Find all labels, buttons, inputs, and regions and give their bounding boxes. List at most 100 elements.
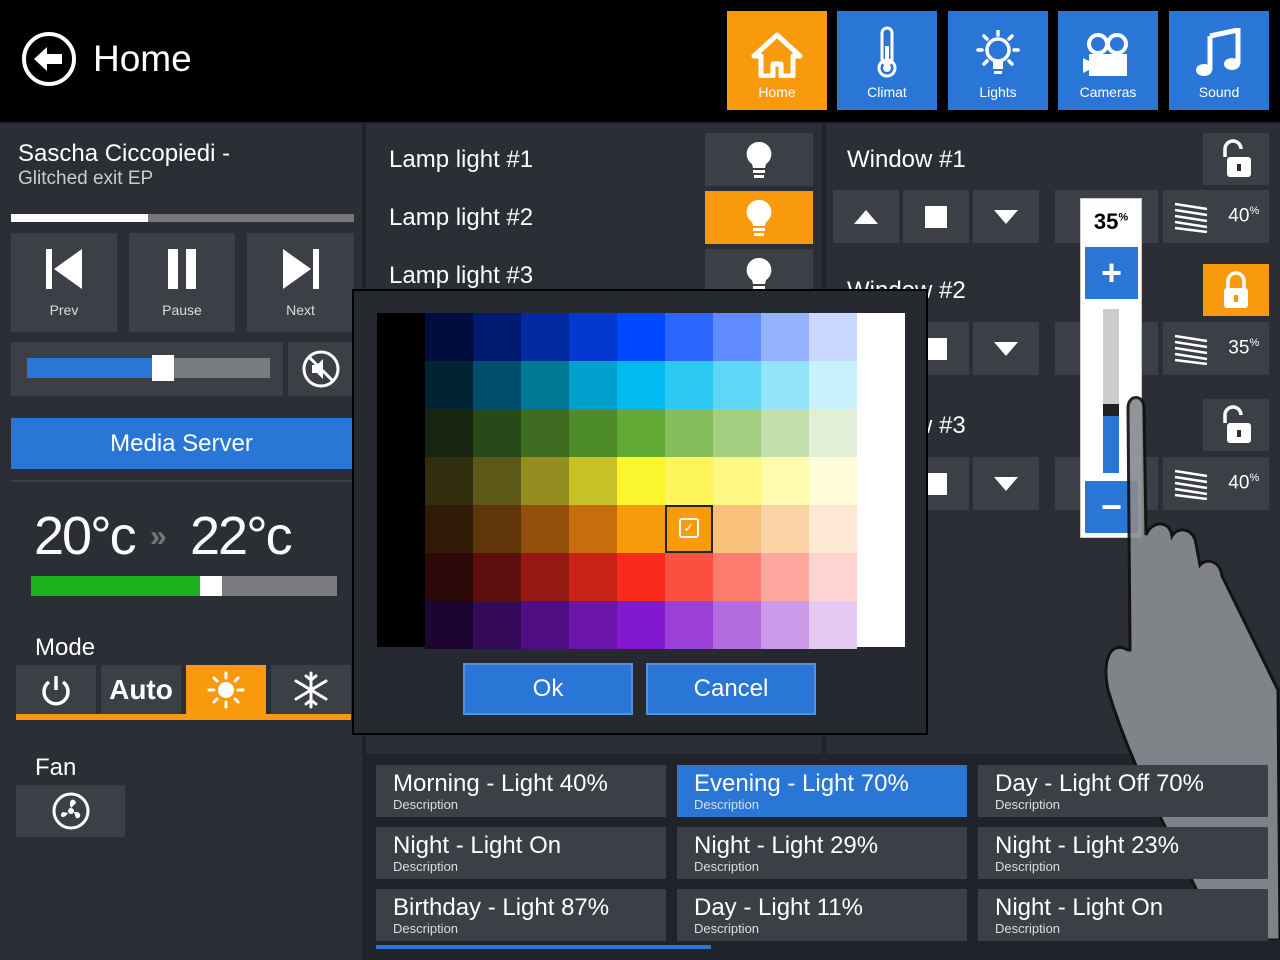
color-swatch[interactable]: [473, 505, 521, 553]
color-swatch[interactable]: [713, 409, 761, 457]
color-swatch[interactable]: [473, 601, 521, 649]
scene-button[interactable]: Night - Light 29% Description: [677, 827, 967, 879]
color-swatch[interactable]: [521, 313, 569, 361]
nav-cameras[interactable]: Cameras: [1058, 11, 1158, 110]
color-swatch[interactable]: [809, 361, 857, 409]
temperature-slider[interactable]: [31, 576, 337, 596]
color-swatch[interactable]: [617, 601, 665, 649]
color-swatch[interactable]: [665, 313, 713, 361]
mode-auto-button[interactable]: Auto: [101, 665, 181, 714]
cancel-button[interactable]: Cancel: [646, 663, 816, 715]
color-swatch[interactable]: [761, 553, 809, 601]
color-swatch[interactable]: [617, 361, 665, 409]
window-2-down-button[interactable]: [973, 322, 1039, 375]
color-swatch[interactable]: [809, 409, 857, 457]
window-1-up-button[interactable]: [833, 190, 899, 243]
window-3-down-button[interactable]: [973, 457, 1039, 510]
color-swatch[interactable]: [713, 457, 761, 505]
scene-button-selected[interactable]: Evening - Light 70% Description: [677, 765, 967, 817]
volume-slider[interactable]: [27, 358, 270, 378]
color-swatch-selected[interactable]: ✓: [665, 505, 713, 553]
nav-lights[interactable]: Lights: [948, 11, 1048, 110]
color-swatch[interactable]: [713, 553, 761, 601]
color-swatch[interactable]: [761, 313, 809, 361]
color-swatch[interactable]: [521, 409, 569, 457]
color-swatch[interactable]: [473, 409, 521, 457]
window-1-down-button[interactable]: [973, 190, 1039, 243]
scene-button[interactable]: Morning - Light 40% Description: [376, 765, 666, 817]
color-swatch[interactable]: [665, 409, 713, 457]
color-swatch[interactable]: [809, 553, 857, 601]
color-swatch[interactable]: [425, 361, 473, 409]
color-swatch[interactable]: [617, 457, 665, 505]
window-1-stop-button[interactable]: [903, 190, 969, 243]
color-swatch[interactable]: [617, 409, 665, 457]
color-swatch[interactable]: [713, 313, 761, 361]
scenes-scroll-indicator[interactable]: [376, 945, 711, 949]
color-swatch[interactable]: [473, 361, 521, 409]
color-swatch[interactable]: [425, 553, 473, 601]
color-swatch[interactable]: [761, 361, 809, 409]
lamp-2-toggle[interactable]: [705, 191, 813, 244]
color-swatch[interactable]: [761, 457, 809, 505]
color-swatch[interactable]: [569, 553, 617, 601]
lamp-1-toggle[interactable]: [705, 133, 813, 186]
track-progress[interactable]: [11, 214, 354, 222]
color-swatch[interactable]: [569, 361, 617, 409]
color-swatch[interactable]: [473, 553, 521, 601]
scene-button[interactable]: Night - Light 23% Description: [978, 827, 1268, 879]
window-1-blind-control[interactable]: 40%: [1163, 190, 1269, 243]
color-swatch[interactable]: [569, 457, 617, 505]
next-button[interactable]: Next: [247, 233, 354, 332]
color-swatch[interactable]: [665, 361, 713, 409]
mode-cool-button[interactable]: [271, 665, 351, 714]
color-swatch[interactable]: [713, 601, 761, 649]
pause-button[interactable]: Pause: [129, 233, 235, 332]
color-swatch[interactable]: [809, 313, 857, 361]
scene-button[interactable]: Day - Light Off 70% Description: [978, 765, 1268, 817]
color-swatch[interactable]: [713, 361, 761, 409]
color-swatch[interactable]: [617, 505, 665, 553]
color-swatch[interactable]: [617, 313, 665, 361]
color-swatch[interactable]: [569, 601, 617, 649]
mode-heat-button[interactable]: [186, 665, 266, 714]
color-swatch[interactable]: [569, 409, 617, 457]
color-swatch[interactable]: [473, 457, 521, 505]
color-swatch-white[interactable]: [857, 313, 905, 647]
color-swatch[interactable]: [569, 505, 617, 553]
color-swatch[interactable]: [761, 601, 809, 649]
color-swatch[interactable]: [617, 553, 665, 601]
color-swatch[interactable]: [425, 457, 473, 505]
scene-button[interactable]: Day - Light 11% Description: [677, 889, 967, 941]
color-swatch[interactable]: [665, 601, 713, 649]
nav-sound[interactable]: Sound: [1169, 11, 1269, 110]
color-swatch[interactable]: [425, 409, 473, 457]
scene-button[interactable]: Night - Light On Description: [376, 827, 666, 879]
color-swatch[interactable]: [761, 409, 809, 457]
color-swatch[interactable]: [521, 457, 569, 505]
color-swatch[interactable]: [521, 601, 569, 649]
color-swatch[interactable]: [665, 457, 713, 505]
window-2-blind-control[interactable]: 35%: [1163, 322, 1269, 375]
color-swatch[interactable]: [809, 505, 857, 553]
window-1-lock-button[interactable]: [1203, 133, 1269, 185]
window-2-lock-button[interactable]: [1203, 264, 1269, 316]
color-swatch[interactable]: [425, 601, 473, 649]
nav-home[interactable]: Home: [727, 11, 827, 110]
color-swatch[interactable]: [809, 601, 857, 649]
increase-button[interactable]: +: [1085, 247, 1138, 299]
scene-button[interactable]: Night - Light On Description: [978, 889, 1268, 941]
scene-button[interactable]: Birthday - Light 87% Description: [376, 889, 666, 941]
mute-button[interactable]: [288, 342, 354, 396]
color-swatch[interactable]: [521, 505, 569, 553]
color-swatch[interactable]: [713, 505, 761, 553]
media-server-button[interactable]: Media Server: [11, 418, 352, 469]
ok-button[interactable]: Ok: [463, 663, 633, 715]
color-swatch[interactable]: [521, 361, 569, 409]
color-swatch[interactable]: [473, 313, 521, 361]
back-button[interactable]: [22, 32, 76, 86]
nav-climat[interactable]: Climat: [837, 11, 937, 110]
prev-button[interactable]: Prev: [11, 233, 117, 332]
color-swatch[interactable]: [665, 553, 713, 601]
temperature-handle[interactable]: [200, 576, 222, 596]
